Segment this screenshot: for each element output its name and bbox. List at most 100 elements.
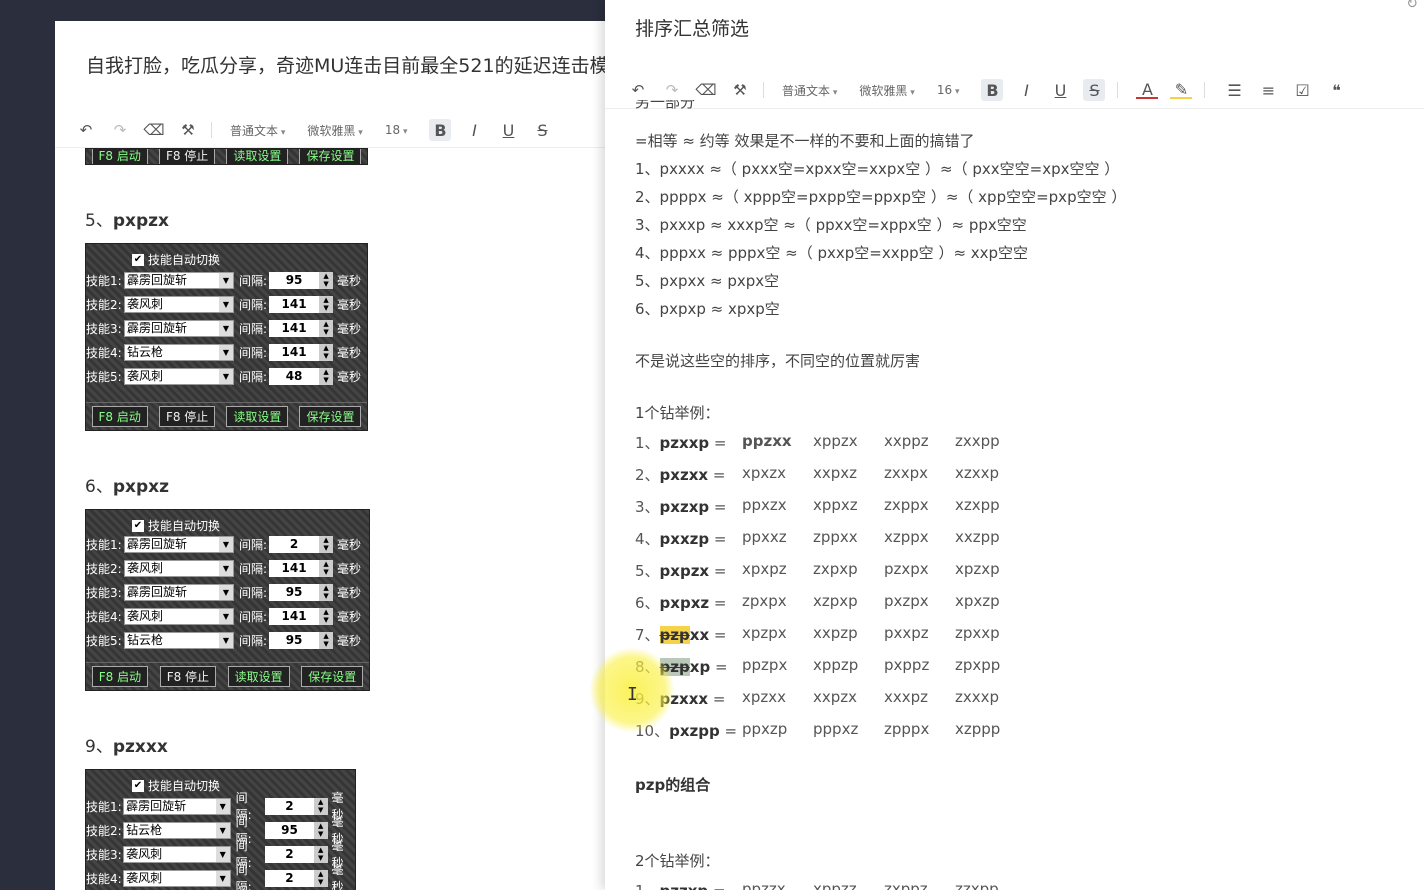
skill-select: 袭风刺: [124, 367, 234, 385]
paragraph-style-dropdown[interactable]: 普通文本: [230, 122, 285, 139]
section-title: 2个钻举例：: [635, 852, 720, 870]
spinner-icon: ▲ ▼: [319, 631, 334, 649]
underline-icon[interactable]: U: [1049, 79, 1071, 101]
bold-icon[interactable]: B: [981, 79, 1004, 101]
example-value: ppzzx: [742, 880, 786, 890]
interval-label: 间隔:: [239, 561, 268, 576]
numbered-list-icon[interactable]: ≡: [1257, 79, 1279, 101]
skill-row: 技能5:袭风刺间隔:48▲▼毫秒: [86, 366, 361, 386]
checkbox-label: 技能自动切换: [148, 519, 221, 533]
example-key: pzxxp: [659, 434, 710, 452]
font-family-dropdown[interactable]: 微软雅黑: [307, 122, 362, 139]
spinner-icon: ▲ ▼: [313, 869, 328, 887]
example-value: xpxzp: [955, 592, 1000, 610]
interval-label: 间隔:: [239, 537, 268, 552]
undo-icon[interactable]: ↶: [75, 119, 97, 141]
checklist-icon[interactable]: ☑: [1291, 79, 1313, 101]
spinner-icon: ▲ ▼: [313, 797, 328, 815]
bullet-list-icon[interactable]: ☰: [1223, 79, 1245, 101]
stop-button: F8 停止: [159, 666, 217, 687]
list-item: 5、pxpxx ≈ pxpx空: [635, 272, 780, 290]
interval-value: 141: [269, 295, 320, 313]
list-item: 2、ppppx ≈（ xppp空=pxpp空=ppxp空 ）≈（ xpp空空=p…: [635, 188, 1127, 206]
example-value: xpxpz: [742, 560, 787, 578]
spinner-icon: ▲ ▼: [319, 343, 334, 361]
font-color-icon[interactable]: A: [1136, 80, 1159, 99]
example-value: ppzpx: [742, 656, 788, 674]
skill-row: 技能1:霹雳回旋斩间隔:2▲▼毫秒: [86, 534, 361, 554]
checkmark-icon: ✔: [132, 779, 144, 792]
game-panel-2: ✔技能自动切换技能1:霹雳回旋斩间隔:2▲▼毫秒技能2:袭风刺间隔:141▲▼毫…: [85, 509, 370, 691]
format-painter-icon[interactable]: ⚒: [177, 119, 199, 141]
eraser-icon[interactable]: ⌫: [143, 119, 165, 141]
skill-label: 技能4:: [86, 871, 122, 886]
checkbox-label: 技能自动切换: [148, 253, 221, 267]
underline-icon[interactable]: U: [497, 119, 519, 141]
font-size-dropdown[interactable]: 18: [385, 123, 408, 137]
spinner-icon: ▲ ▼: [319, 559, 334, 577]
interval-value: 141: [269, 559, 320, 577]
example-value: xpzxx: [742, 688, 787, 706]
refresh-icon[interactable]: ↻: [1406, 0, 1418, 12]
save-settings-button: 保存设置: [299, 406, 362, 427]
skill-select: 袭风刺: [124, 559, 234, 577]
eraser-icon[interactable]: ⌫: [695, 79, 717, 101]
skill-select: 袭风刺: [123, 845, 231, 863]
skill-select: 袭风刺: [124, 295, 234, 313]
example-value: xzxxp: [955, 464, 1000, 482]
interval-label: 间隔:: [239, 321, 268, 336]
skill-row: 技能1:霹雳回旋斩间隔:95▲▼毫秒: [86, 270, 361, 290]
checkmark-icon: ✔: [132, 519, 144, 532]
example-value: xpzxp: [955, 560, 1000, 578]
example-value: zxppx: [884, 496, 929, 514]
example-value: zppxx: [813, 528, 858, 546]
example-row: 8、pzpxp =ppzpxxppzppxppzzpxpp: [635, 656, 1026, 677]
skill-select: 钻云枪: [123, 821, 231, 839]
example-value: pxxpz: [884, 624, 929, 642]
highlight-color-icon[interactable]: ✎: [1170, 80, 1193, 99]
example-key: pxpxz: [659, 594, 710, 612]
strikethrough-icon[interactable]: S: [531, 119, 553, 141]
quote-icon[interactable]: ❝: [1325, 79, 1347, 101]
example-value: xxpzx: [813, 688, 858, 706]
interval-label: 间隔:: [239, 297, 268, 312]
example-row: 3、pxzxp = ppxzx xppxz zxppx xzxpp: [635, 496, 1026, 517]
checkbox-label: 技能自动切换: [148, 779, 221, 793]
example-key: pxzpp: [669, 722, 720, 740]
ms-label: 毫秒: [337, 585, 362, 600]
ms-label: 毫秒: [337, 561, 362, 576]
read-settings-button: 读取设置: [226, 406, 289, 427]
undo-icon[interactable]: ↶: [627, 79, 649, 101]
example-value: zzxpp: [955, 880, 999, 890]
redo-icon[interactable]: ↷: [661, 79, 683, 101]
interval-value: 2: [265, 869, 314, 887]
format-painter-icon[interactable]: ⚒: [729, 79, 751, 101]
skill-label: 技能3:: [86, 321, 122, 336]
list-item: 6、pxpxp ≈ xpxp空: [635, 300, 780, 318]
italic-icon[interactable]: I: [463, 119, 485, 141]
panel-buttons: F8 启动 F8 停止 读取设置 保存设置: [86, 402, 367, 430]
auto-switch-checkbox: ✔ 技能自动切换: [132, 517, 220, 534]
skill-label: 技能1:: [86, 799, 122, 814]
right-toolbar: ↶ ↷ ⌫ ⚒ 普通文本 微软雅黑 16 B I U S A ✎ ☰ ≡ ☑ ❝: [627, 79, 1359, 101]
font-family-dropdown[interactable]: 微软雅黑: [859, 82, 914, 99]
interval-value: 141: [269, 343, 320, 361]
example-value: zpxxp: [955, 624, 1000, 642]
example-value: pxzpx: [884, 592, 929, 610]
list-item: 3、pxxxp ≈ xxxp空 ≈（ ppxx空=xppx空 ）≈ ppx空空: [635, 216, 1027, 234]
left-toolbar: ↶ ↷ ⌫ ⚒ 普通文本 微软雅黑 18 B I U S: [75, 119, 565, 141]
example-key-cell: 7、pzpxx =: [635, 626, 727, 644]
font-size-dropdown[interactable]: 16: [937, 83, 960, 97]
example-value: ppxxz: [742, 528, 787, 546]
section-title: 1个钻举例：: [635, 404, 720, 422]
interval-label: 间隔:: [235, 863, 252, 890]
panel-buttons: F8 启动 F8 停止 读取设置 保存设置: [86, 662, 369, 690]
redo-icon[interactable]: ↷: [109, 119, 131, 141]
italic-icon[interactable]: I: [1015, 79, 1037, 101]
strikethrough-icon[interactable]: S: [1083, 79, 1106, 101]
paragraph-style-dropdown[interactable]: 普通文本: [782, 82, 837, 99]
skill-label: 技能1:: [86, 273, 122, 288]
section-heading: 6、pxpxz: [85, 477, 169, 497]
bold-icon[interactable]: B: [429, 119, 452, 141]
example-value: xxppz: [884, 432, 929, 450]
